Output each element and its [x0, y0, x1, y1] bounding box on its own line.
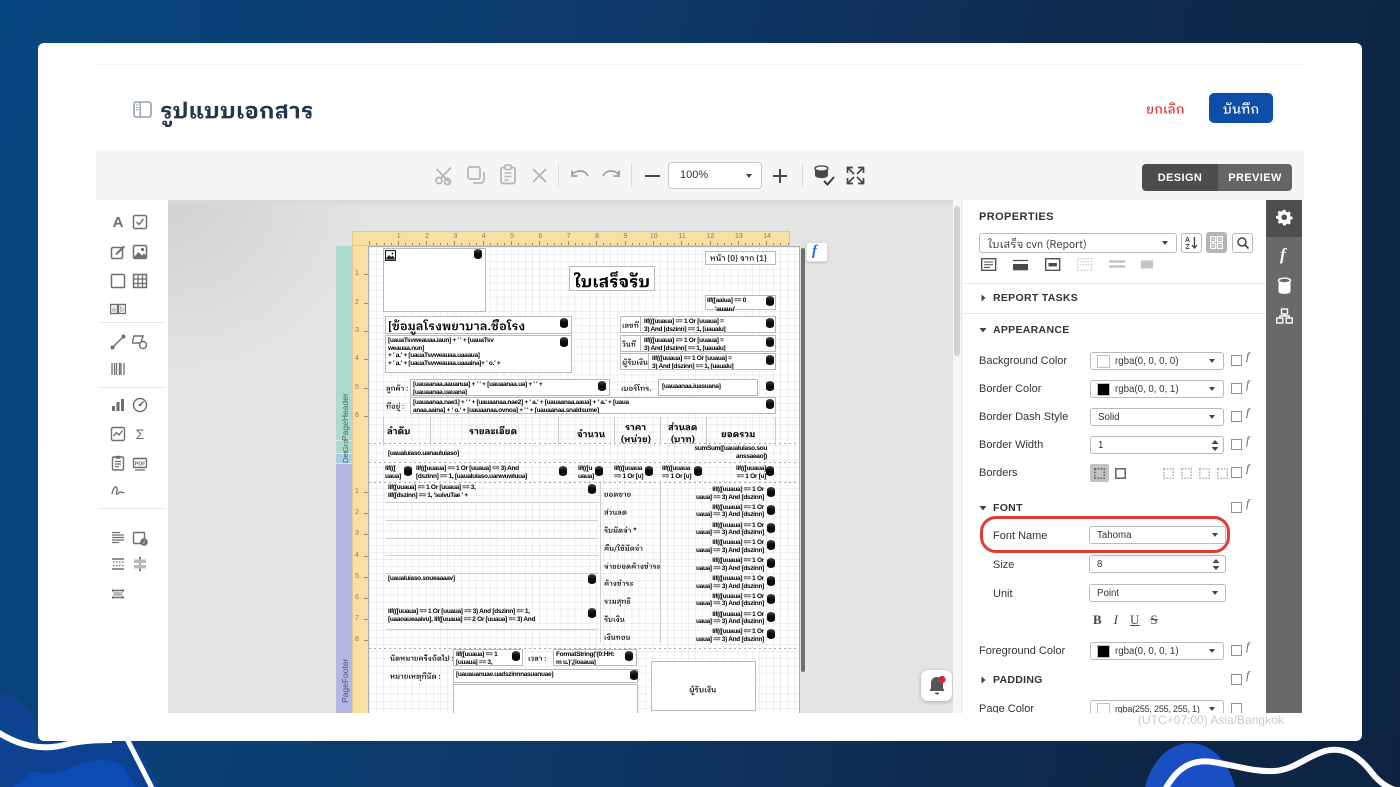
- svg-text:A: A: [113, 214, 124, 230]
- svg-text:PDF: PDF: [135, 462, 146, 468]
- svg-text:b: b: [120, 307, 124, 314]
- svg-text:Z: Z: [1185, 244, 1190, 250]
- svg-text:A: A: [1185, 237, 1190, 244]
- svg-text:Σ: Σ: [136, 426, 145, 442]
- svg-text:a: a: [112, 307, 116, 314]
